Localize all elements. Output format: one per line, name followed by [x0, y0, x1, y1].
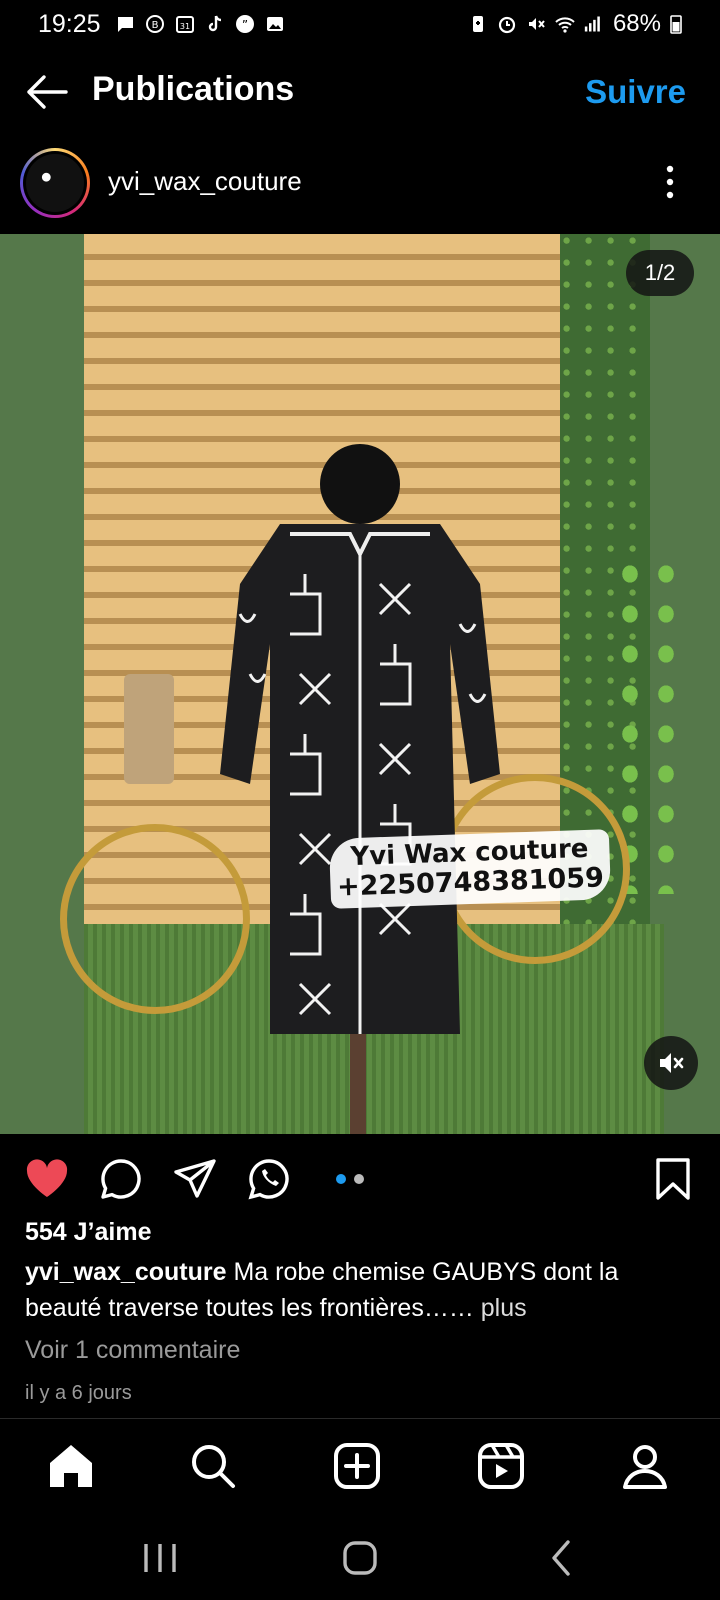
- svg-text:31: 31: [179, 22, 189, 31]
- comment-icon[interactable]: [98, 1156, 144, 1202]
- recents-icon[interactable]: [140, 1538, 180, 1578]
- home-system-icon[interactable]: [340, 1538, 380, 1578]
- avatar[interactable]: [20, 148, 90, 218]
- back-system-icon[interactable]: [542, 1538, 582, 1578]
- create-icon[interactable]: [332, 1441, 382, 1491]
- battery-saver-icon: [472, 16, 483, 32]
- mute-toggle-button[interactable]: [644, 1036, 698, 1090]
- carousel-dot-2: [354, 1174, 364, 1184]
- alarm-icon: [498, 16, 516, 34]
- post-header: yvi_wax_couture: [0, 144, 720, 222]
- wifi-icon: [555, 17, 575, 33]
- post-caption: yvi_wax_couture Ma robe chemise GAUBYS d…: [25, 1254, 695, 1326]
- notification-icons: B 31 ”: [115, 14, 285, 34]
- watermark-text: Yvi Wax couture +2250748381059: [328, 829, 612, 909]
- caption-more-link[interactable]: plus: [481, 1294, 527, 1322]
- profile-icon[interactable]: [620, 1441, 670, 1491]
- bike-basket: [124, 674, 174, 784]
- bixby-icon: B: [145, 15, 164, 33]
- battery-percent: 68%: [612, 10, 661, 37]
- avatar-image: [26, 154, 84, 212]
- reels-icon[interactable]: [476, 1441, 526, 1491]
- search-icon[interactable]: [188, 1441, 238, 1491]
- mute-icon: [528, 18, 545, 30]
- svg-text:”: ”: [241, 18, 247, 32]
- battery-icon: [670, 15, 682, 34]
- signal-icon: [584, 16, 600, 32]
- view-comments-link[interactable]: Voir 1 commentaire: [25, 1336, 240, 1365]
- dress-image: [220, 444, 500, 1034]
- home-icon[interactable]: [46, 1441, 96, 1491]
- mannequin-stand: [350, 1024, 366, 1134]
- bottom-navigation: [0, 1418, 720, 1516]
- svg-text:B: B: [151, 20, 158, 31]
- tiktok-icon: [208, 15, 221, 32]
- status-time: 19:25: [38, 9, 101, 38]
- quote-icon: ”: [235, 15, 254, 33]
- heart-icon[interactable]: [24, 1156, 70, 1202]
- follow-button[interactable]: Suivre: [585, 73, 686, 111]
- speaker-muted-icon: [660, 1053, 684, 1073]
- page-title: Publications: [92, 70, 295, 108]
- avatar-ring-gap: [23, 151, 87, 215]
- status-bar: 19:25 B 31 ” 68%: [0, 0, 720, 48]
- calendar-icon: 31: [175, 16, 194, 33]
- system-navigation-bar: [0, 1516, 720, 1600]
- carousel-dot-1: [336, 1174, 346, 1184]
- system-status: 68%: [468, 10, 682, 38]
- whatsapp-icon[interactable]: [246, 1156, 292, 1202]
- post-actions: [0, 1150, 720, 1210]
- bookmark-icon[interactable]: [650, 1156, 696, 1202]
- post-media[interactable]: Yvi Wax couture +2250748381059 1/2: [0, 234, 720, 1134]
- carousel-indicator: [336, 1174, 364, 1184]
- media-counter-badge: 1/2: [626, 250, 694, 296]
- post-username[interactable]: yvi_wax_couture: [108, 166, 302, 197]
- top-app-bar: Publications Suivre: [0, 56, 720, 128]
- likes-count[interactable]: 554 J’aime: [25, 1218, 152, 1247]
- message-icon: [116, 17, 133, 32]
- caption-username[interactable]: yvi_wax_couture: [25, 1258, 227, 1286]
- gallery-icon: [266, 17, 283, 31]
- back-arrow-icon[interactable]: [24, 72, 68, 112]
- more-options-icon[interactable]: [666, 164, 674, 200]
- share-icon[interactable]: [172, 1156, 218, 1202]
- post-date: il y a 6 jours: [25, 1382, 132, 1404]
